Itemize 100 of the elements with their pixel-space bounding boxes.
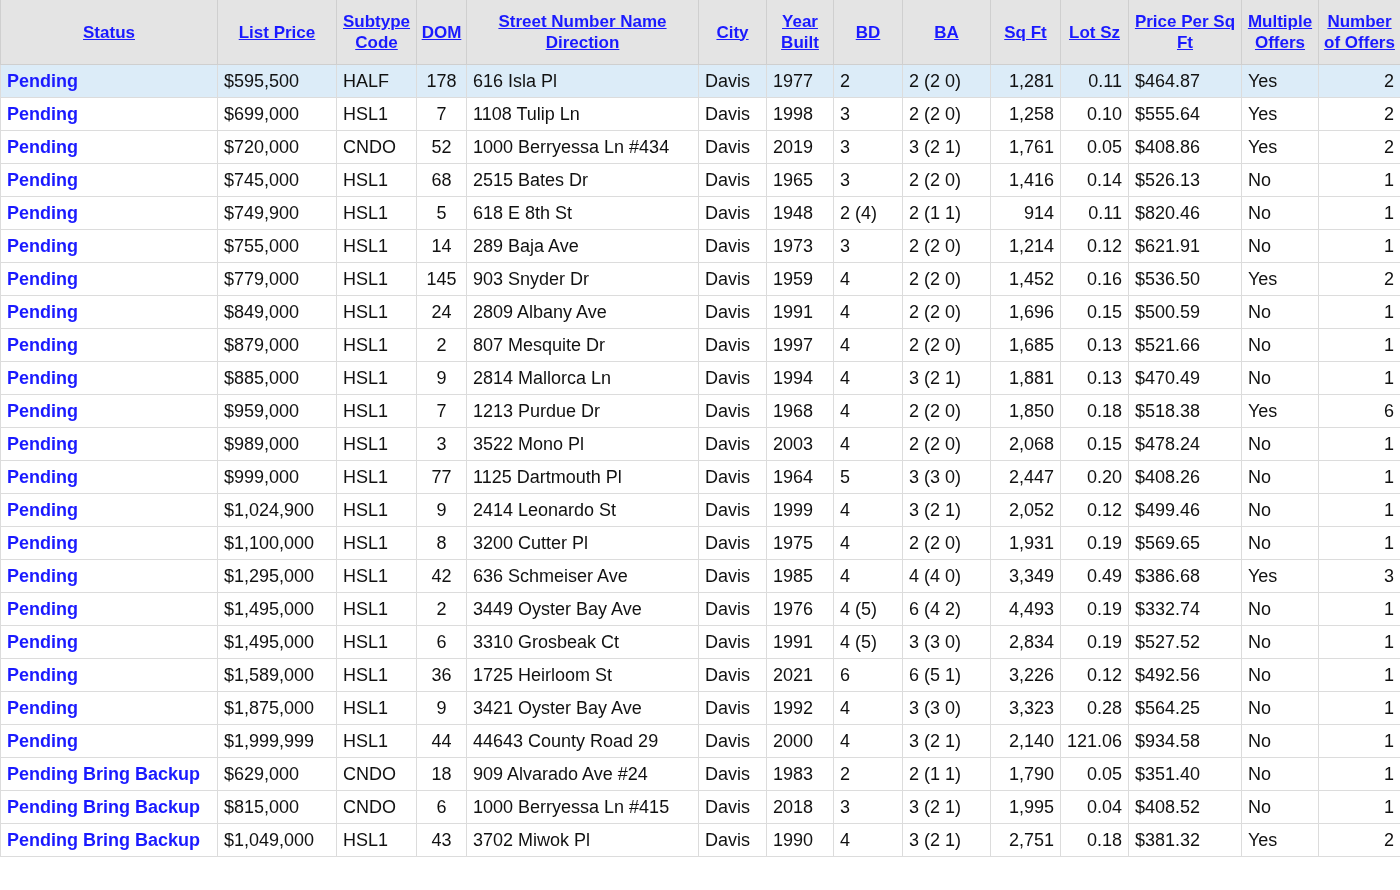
table-row[interactable]: Pending Bring Backup $815,000 CNDO 6 1000 Berryessa Ln #415 Davis 2018 3 3 (2 1) 1,995 0.04 $408.52 No 1	[0, 790, 1400, 824]
sort-link[interactable]: Number of Offers	[1320, 11, 1399, 53]
listing-link[interactable]: Pending	[7, 170, 78, 190]
table-cell: HSL1	[343, 467, 389, 487]
sort-link[interactable]: Street Number Name Direction	[468, 11, 697, 53]
table-cell: $779,000	[224, 269, 300, 289]
listing-link[interactable]: Pending	[7, 434, 78, 454]
table-cell: HSL1	[343, 434, 389, 454]
sort-link[interactable]: DOM	[421, 21, 462, 43]
table-row[interactable]: Pending $1,024,900 HSL1 9 2414 Leonardo St Davis 1999 4 3 (2 1) 2,052 0.12 $499.46 No 1	[0, 493, 1400, 527]
table-cell: 1125 Dartmouth Pl	[473, 467, 622, 487]
table-cell: 2	[840, 71, 850, 91]
listing-link[interactable]: Pending	[7, 302, 78, 322]
table-cell: Davis	[705, 566, 750, 586]
table-cell: 0.04	[1086, 797, 1122, 817]
table-cell: 4	[840, 368, 850, 388]
table-cell: 0.12	[1086, 500, 1122, 520]
listing-link[interactable]: Pending	[7, 467, 78, 487]
table-cell: $381.32	[1135, 830, 1201, 850]
table-row[interactable]: Pending $745,000 HSL1 68 2515 Bates Dr Davis 1965 3 2 (2 0) 1,416 0.14 $526.13 No 1	[0, 163, 1400, 197]
table-cell: Davis	[705, 467, 750, 487]
sort-link[interactable]: BD	[855, 21, 881, 43]
listing-link[interactable]: Pending	[7, 236, 78, 256]
table-row[interactable]: Pending $699,000 HSL1 7 1108 Tulip Ln Davis 1998 3 2 (2 0) 1,258 0.10 $555.64 Yes 2	[0, 97, 1400, 131]
table-row[interactable]: Pending $959,000 HSL1 7 1213 Purdue Dr Davis 1968 4 2 (2 0) 1,850 0.18 $518.38 Yes 6	[0, 394, 1400, 428]
table-row[interactable]: Pending $1,295,000 HSL1 42 636 Schmeiser Ave Davis 1985 4 4 (4 0) 3,349 0.49 $386.68 Yes 3	[0, 559, 1400, 593]
table-row[interactable]: Pending $1,875,000 HSL1 9 3421 Oyster Bay Ave Davis 1992 4 3 (3 0) 3,323 0.28 $564.25 No 1	[0, 691, 1400, 725]
listing-link[interactable]: Pending	[7, 203, 78, 223]
listing-link[interactable]: Pending	[7, 368, 78, 388]
sort-link[interactable]: Multiple Offers	[1243, 11, 1317, 53]
sort-link[interactable]: City	[716, 21, 749, 43]
sort-link[interactable]: Year Built	[768, 11, 832, 53]
listing-link[interactable]: Pending	[7, 71, 78, 91]
listing-link[interactable]: Pending	[7, 104, 78, 124]
listing-link[interactable]: Pending	[7, 566, 78, 586]
table-cell: CNDO	[343, 797, 396, 817]
listing-link[interactable]: Pending	[7, 335, 78, 355]
table-cell: 2,068	[1008, 434, 1054, 454]
table-cell: 1,258	[1008, 104, 1054, 124]
table-row[interactable]: Pending $1,100,000 HSL1 8 3200 Cutter Pl Davis 1975 4 2 (2 0) 1,931 0.19 $569.65 No 1	[0, 526, 1400, 560]
listing-link[interactable]: Pending	[7, 401, 78, 421]
table-cell: $408.26	[1135, 467, 1201, 487]
table-cell: 6	[436, 797, 447, 817]
table-cell: $555.64	[1135, 104, 1201, 124]
table-cell: 2 (2 0)	[909, 71, 962, 91]
table-cell: 44	[431, 731, 452, 751]
table-cell: No	[1248, 764, 1271, 784]
table-cell: 0.18	[1086, 830, 1122, 850]
table-cell: 807 Mesquite Dr	[473, 335, 606, 355]
table-cell: 0.11	[1088, 71, 1122, 91]
table-cell: 1,685	[1008, 335, 1054, 355]
table-row[interactable]: Pending $720,000 CNDO 52 1000 Berryessa Ln #434 Davis 2019 3 3 (2 1) 1,761 0.05 $408.86 Yes 2	[0, 130, 1400, 164]
table-row[interactable]: Pending $755,000 HSL1 14 289 Baja Ave Davis 1973 3 2 (2 0) 1,214 0.12 $621.91 No 1	[0, 229, 1400, 263]
listing-link[interactable]: Pending	[7, 632, 78, 652]
table-row[interactable]: Pending Bring Backup $629,000 CNDO 18 909 Alvarado Ave #24 Davis 1983 2 2 (1 1) 1,790 0.05 $351.40 No 1	[0, 757, 1400, 791]
listing-link[interactable]: Pending	[7, 137, 78, 157]
table-cell: $569.65	[1135, 533, 1201, 553]
table-row[interactable]: Pending $749,900 HSL1 5 618 E 8th St Davis 1948 2 (4) 2 (1 1) 914 0.11 $820.46 No 1	[0, 196, 1400, 230]
table-cell: 2 (2 0)	[909, 170, 962, 190]
listing-link[interactable]: Pending	[7, 665, 78, 685]
table-row[interactable]: Pending $999,000 HSL1 77 1125 Dartmouth Pl Davis 1964 5 3 (3 0) 2,447 0.20 $408.26 No 1	[0, 460, 1400, 494]
listing-link[interactable]: Pending	[7, 599, 78, 619]
table-cell: 4 (5)	[840, 599, 877, 619]
sort-link[interactable]: Price Per Sq Ft	[1130, 11, 1240, 53]
table-row[interactable]: Pending $879,000 HSL1 2 807 Mesquite Dr Davis 1997 4 2 (2 0) 1,685 0.13 $521.66 No 1	[0, 328, 1400, 362]
table-row[interactable]: Pending $1,589,000 HSL1 36 1725 Heirloom St Davis 2021 6 6 (5 1) 3,226 0.12 $492.56 No 1	[0, 658, 1400, 692]
table-cell: 1983	[773, 764, 814, 784]
sort-link[interactable]: Sq Ft	[1004, 21, 1047, 43]
table-row[interactable]: Pending $1,999,999 HSL1 44 44643 County Road 29 Davis 2000 4 3 (2 1) 2,140 121.06 $934.58 No 1	[0, 724, 1400, 758]
table-row[interactable]: Pending $849,000 HSL1 24 2809 Albany Ave Davis 1991 4 2 (2 0) 1,696 0.15 $500.59 No 1	[0, 295, 1400, 329]
sort-link[interactable]: Subtype Code	[338, 11, 415, 53]
table-cell: 2	[840, 764, 850, 784]
table-row[interactable]: Pending Bring Backup $1,049,000 HSL1 43 3702 Miwok Pl Davis 1990 4 3 (2 1) 2,751 0.18 $381.32 Yes 2	[0, 823, 1400, 857]
listing-link[interactable]: Pending	[7, 533, 78, 553]
table-cell: Davis	[705, 137, 750, 157]
sort-link[interactable]: BA	[934, 21, 959, 43]
sort-link[interactable]: Status	[83, 21, 135, 43]
table-cell: 5	[436, 203, 447, 223]
listing-link[interactable]: Pending	[7, 269, 78, 289]
sort-link[interactable]: List Price	[238, 21, 316, 43]
table-row[interactable]: Pending $989,000 HSL1 3 3522 Mono Pl Davis 2003 4 2 (2 0) 2,068 0.15 $478.24 No 1	[0, 427, 1400, 461]
table-cell: HSL1	[343, 665, 389, 685]
table-cell: 3	[840, 797, 850, 817]
table-row[interactable]: Pending $779,000 HSL1 145 903 Snyder Dr Davis 1959 4 2 (2 0) 1,452 0.16 $536.50 Yes 2	[0, 262, 1400, 296]
table-cell: 2	[436, 599, 447, 619]
table-cell: No	[1248, 533, 1271, 553]
table-row[interactable]: Pending $1,495,000 HSL1 6 3310 Grosbeak Ct Davis 1991 4 (5) 3 (3 0) 2,834 0.19 $527.52 No 1	[0, 625, 1400, 659]
table-cell: 0.10	[1086, 104, 1122, 124]
table-row[interactable]: Pending $595,500 HALF 178 616 Isla Pl Davis 1977 2 2 (2 0) 1,281 0.11 $464.87 Yes 2	[0, 64, 1400, 98]
listing-link[interactable]: Pending	[7, 731, 78, 751]
table-cell: 1,281	[1008, 71, 1054, 91]
listing-link[interactable]: Pending	[7, 500, 78, 520]
table-cell: 0.12	[1086, 236, 1122, 256]
listing-link[interactable]: Pending	[7, 698, 78, 718]
table-cell: $408.52	[1135, 797, 1201, 817]
table-row[interactable]: Pending $1,495,000 HSL1 2 3449 Oyster Bay Ave Davis 1976 4 (5) 6 (4 2) 4,493 0.19 $332.74 No 1	[0, 592, 1400, 626]
sort-link[interactable]: Lot Sz	[1069, 21, 1120, 43]
table-cell: 0.19	[1086, 599, 1122, 619]
table-row[interactable]: Pending $885,000 HSL1 9 2814 Mallorca Ln Davis 1994 4 3 (2 1) 1,881 0.13 $470.49 No 1	[0, 361, 1400, 395]
table-cell: 1965	[773, 170, 814, 190]
